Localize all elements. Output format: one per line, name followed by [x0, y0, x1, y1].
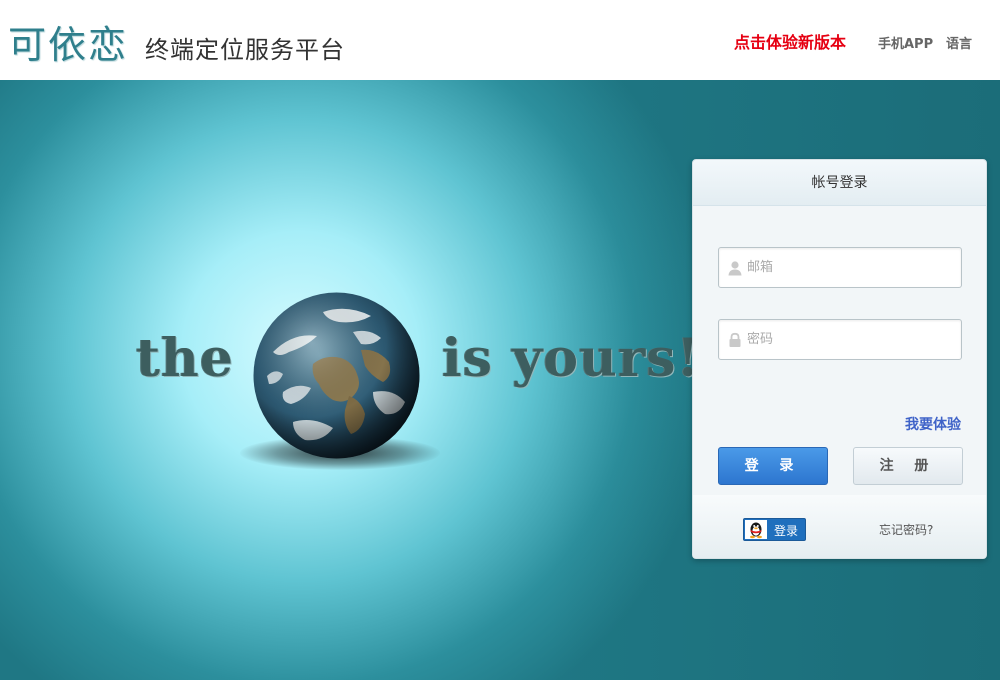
try-demo-link[interactable]: 我要体验	[905, 414, 961, 434]
login-panel-title: 帐号登录	[693, 160, 986, 206]
language-link[interactable]: 语言	[946, 33, 972, 52]
password-input[interactable]	[747, 320, 955, 359]
globe-image	[253, 292, 420, 459]
slogan-is-yours: is yours!	[442, 328, 701, 389]
email-field[interactable]	[718, 247, 962, 288]
login-panel-footer: 登录 忘记密码?	[693, 495, 986, 558]
forgot-password-link[interactable]: 忘记密码?	[879, 521, 933, 538]
mobile-app-link[interactable]: 手机APP	[878, 33, 933, 52]
qq-login-label: 登录	[774, 524, 799, 538]
slogan-the: the	[136, 328, 234, 389]
register-button[interactable]: 注 册	[853, 447, 963, 485]
header: 可依恋 终端定位服务平台 点击体验新版本 手机APP 语言	[0, 0, 1000, 80]
new-version-link[interactable]: 点击体验新版本	[734, 29, 846, 53]
email-input[interactable]	[747, 248, 955, 287]
password-field[interactable]	[718, 319, 962, 360]
lock-icon	[729, 332, 741, 347]
qq-penguin-icon	[745, 520, 767, 539]
platform-subtitle: 终端定位服务平台	[145, 36, 345, 64]
brand-logo[interactable]: 可依恋	[8, 14, 128, 69]
qq-login-button[interactable]: 登录	[743, 518, 806, 541]
user-icon	[728, 261, 742, 276]
login-panel: 帐号登录 我要体验 登 录 注 册	[692, 159, 987, 559]
login-button[interactable]: 登 录	[718, 447, 828, 485]
